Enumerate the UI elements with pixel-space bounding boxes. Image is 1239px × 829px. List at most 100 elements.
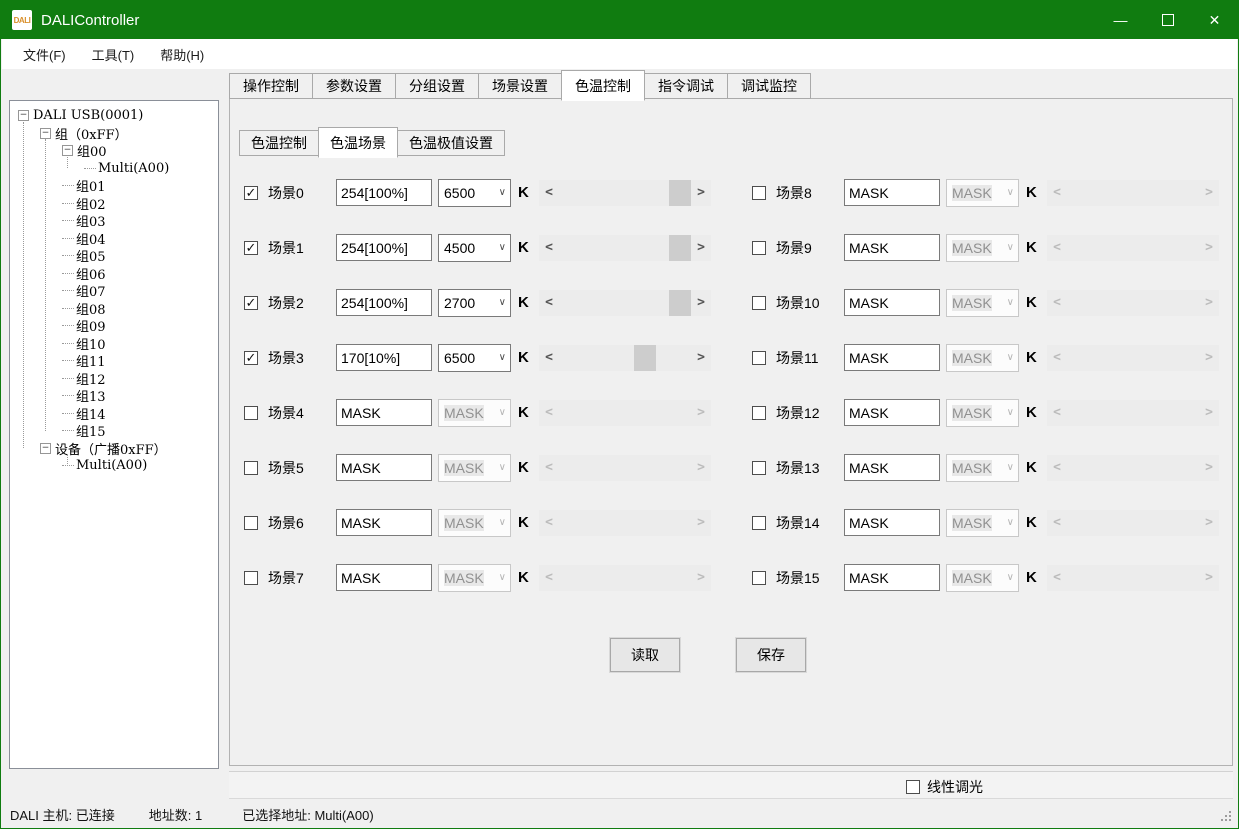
scene-kelvin-select[interactable]: MASK ∨ <box>438 454 511 482</box>
tree-node[interactable]: −设备（广播0xFF） <box>10 440 218 458</box>
sub-tab[interactable]: 色温控制 <box>239 130 319 156</box>
tree-node-label[interactable]: 设备（广播0xFF） <box>55 439 167 458</box>
tree-node-label[interactable]: 组05 <box>76 246 106 265</box>
tree-node[interactable]: 组10 <box>10 335 218 353</box>
tree-expander-icon[interactable]: − <box>62 145 73 156</box>
scroll-left-icon[interactable]: < <box>539 290 559 316</box>
scene-level-input[interactable] <box>336 344 432 371</box>
main-tab[interactable]: 参数设置 <box>312 73 396 99</box>
main-tab[interactable]: 色温控制 <box>561 70 645 101</box>
scroll-left-icon[interactable]: < <box>539 455 559 481</box>
scroll-right-icon[interactable]: > <box>691 455 711 481</box>
scene-checkbox[interactable] <box>244 571 258 585</box>
tree-node[interactable]: Multi(A00) <box>10 457 218 475</box>
scene-checkbox[interactable] <box>752 516 766 530</box>
slider-track[interactable] <box>559 565 691 591</box>
main-tab[interactable]: 操作控制 <box>229 73 313 99</box>
scroll-right-icon[interactable]: > <box>1199 235 1219 261</box>
tree-node-label[interactable]: Multi(A00) <box>98 161 169 176</box>
scroll-left-icon[interactable]: < <box>539 510 559 536</box>
scene-level-input[interactable] <box>336 234 432 261</box>
tree-node-label[interactable]: 组14 <box>76 404 106 423</box>
slider-track[interactable] <box>559 235 691 261</box>
tree-node-label[interactable]: 组02 <box>76 194 106 213</box>
scene-level-input[interactable] <box>844 179 940 206</box>
tree-node-label[interactable]: 组（0xFF） <box>55 124 128 143</box>
scroll-right-icon[interactable]: > <box>691 510 711 536</box>
scene-kelvin-select[interactable]: MASK ∨ <box>438 509 511 537</box>
scene-checkbox[interactable] <box>752 241 766 255</box>
scene-level-input[interactable] <box>336 564 432 591</box>
main-tab[interactable]: 场景设置 <box>478 73 562 99</box>
main-tab[interactable]: 分组设置 <box>395 73 479 99</box>
scroll-right-icon[interactable]: > <box>691 565 711 591</box>
tree-node-label[interactable]: 组00 <box>77 141 107 160</box>
scene-kelvin-select[interactable]: 6500 ∨ <box>438 344 511 372</box>
scroll-left-icon[interactable]: < <box>539 565 559 591</box>
tree-node-label[interactable]: Multi(A00) <box>76 458 147 473</box>
tree-node[interactable]: 组02 <box>10 195 218 213</box>
slider-track[interactable] <box>1067 510 1199 536</box>
scene-checkbox[interactable]: ✓ <box>244 351 258 365</box>
slider-track[interactable] <box>1067 235 1199 261</box>
scene-kelvin-select[interactable]: 4500 ∨ <box>438 234 511 262</box>
scroll-left-icon[interactable]: < <box>539 345 559 371</box>
scene-checkbox[interactable] <box>752 296 766 310</box>
slider-thumb[interactable] <box>669 180 691 206</box>
tree-node[interactable]: −组（0xFF） <box>10 125 218 143</box>
scroll-right-icon[interactable]: > <box>1199 345 1219 371</box>
scene-kelvin-select[interactable]: MASK ∨ <box>946 564 1019 592</box>
scroll-right-icon[interactable]: > <box>1199 290 1219 316</box>
scroll-right-icon[interactable]: > <box>1199 455 1219 481</box>
close-button[interactable]: ✕ <box>1191 1 1238 39</box>
scene-level-input[interactable] <box>844 289 940 316</box>
slider-track[interactable] <box>559 510 691 536</box>
minimize-button[interactable]: — <box>1097 1 1144 39</box>
scroll-left-icon[interactable]: < <box>1047 345 1067 371</box>
read-button[interactable]: 读取 <box>610 638 680 672</box>
scene-level-input[interactable] <box>336 454 432 481</box>
scene-checkbox[interactable] <box>244 516 258 530</box>
slider-track[interactable] <box>1067 400 1199 426</box>
scroll-left-icon[interactable]: < <box>539 400 559 426</box>
scroll-right-icon[interactable]: > <box>691 345 711 371</box>
tree-node-label[interactable]: 组15 <box>76 421 106 440</box>
scroll-right-icon[interactable]: > <box>1199 510 1219 536</box>
scene-level-input[interactable] <box>844 564 940 591</box>
tree-node[interactable]: 组13 <box>10 387 218 405</box>
slider-track[interactable] <box>559 400 691 426</box>
tree-node[interactable]: 组08 <box>10 300 218 318</box>
sub-tab[interactable]: 色温场景 <box>318 127 398 158</box>
scene-checkbox[interactable]: ✓ <box>244 186 258 200</box>
scene-level-input[interactable] <box>336 509 432 536</box>
tree-node[interactable]: 组12 <box>10 370 218 388</box>
slider-thumb[interactable] <box>669 235 691 261</box>
scene-kelvin-select[interactable]: MASK ∨ <box>438 399 511 427</box>
scene-kelvin-select[interactable]: MASK ∨ <box>946 234 1019 262</box>
tree-expander-icon[interactable]: − <box>40 128 51 139</box>
tree-node[interactable]: 组03 <box>10 212 218 230</box>
scene-checkbox[interactable] <box>244 461 258 475</box>
menu-file[interactable]: 文件(F) <box>10 39 79 69</box>
scene-checkbox[interactable]: ✓ <box>244 296 258 310</box>
main-tab[interactable]: 指令调试 <box>644 73 728 99</box>
slider-track[interactable] <box>1067 290 1199 316</box>
tree-node[interactable]: 组06 <box>10 265 218 283</box>
scroll-right-icon[interactable]: > <box>1199 180 1219 206</box>
scene-kelvin-select[interactable]: MASK ∨ <box>946 399 1019 427</box>
tree-expander-icon[interactable]: − <box>40 443 51 454</box>
scene-level-input[interactable] <box>844 344 940 371</box>
save-button[interactable]: 保存 <box>736 638 806 672</box>
tree-node-label[interactable]: 组06 <box>76 264 106 283</box>
tree-node-label[interactable]: 组10 <box>76 334 106 353</box>
scene-checkbox[interactable] <box>752 571 766 585</box>
scroll-left-icon[interactable]: < <box>1047 455 1067 481</box>
tree-node-label[interactable]: 组12 <box>76 369 106 388</box>
scroll-left-icon[interactable]: < <box>1047 400 1067 426</box>
scene-level-input[interactable] <box>336 399 432 426</box>
tree-node[interactable]: 组15 <box>10 422 218 440</box>
scene-kelvin-select[interactable]: 2700 ∨ <box>438 289 511 317</box>
scroll-right-icon[interactable]: > <box>1199 400 1219 426</box>
slider-track[interactable] <box>559 180 691 206</box>
main-tab[interactable]: 调试监控 <box>727 73 811 99</box>
